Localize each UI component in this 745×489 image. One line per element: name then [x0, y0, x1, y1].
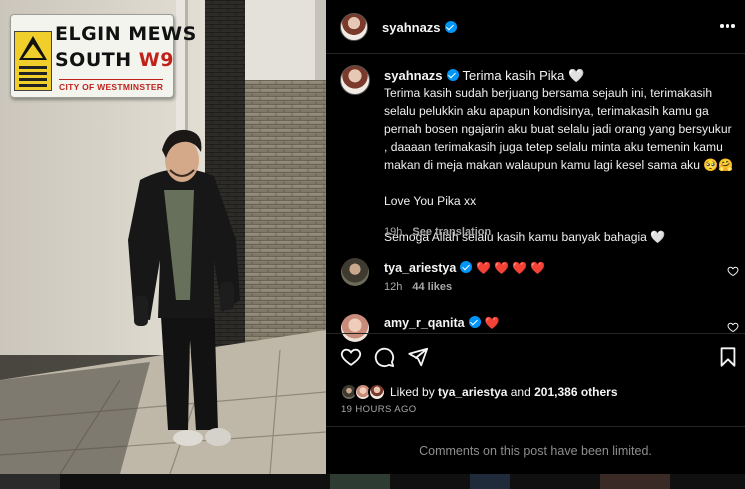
see-translation-link[interactable]: See translation: [412, 226, 491, 238]
cctv-warning-sign: [14, 31, 52, 91]
header-divider: [326, 53, 745, 54]
heart-icon[interactable]: [340, 346, 362, 368]
caption-author-avatar[interactable]: [340, 65, 370, 95]
send-icon[interactable]: [407, 346, 429, 368]
post-author-header[interactable]: syahnazs: [382, 20, 457, 35]
caption-body: Terima kasih sudah berjuang bersama seja…: [384, 84, 734, 246]
verified-badge-icon: [444, 21, 457, 33]
caption-time: 19h: [384, 226, 403, 238]
footer-divider: [326, 426, 745, 427]
post-timestamp[interactable]: 19 HOURS AGO: [341, 404, 417, 415]
commenter-username[interactable]: tya_ariestya: [384, 261, 456, 275]
caption-author-username[interactable]: syahnazs: [384, 68, 443, 83]
actions-divider: [326, 333, 745, 334]
comment-meta: 12h 44 likes: [384, 281, 452, 293]
comment-like-heart-icon[interactable]: [727, 321, 739, 333]
commenter-username[interactable]: amy_r_qanita: [384, 316, 465, 330]
sign-street-suffix: SOUTH W9: [55, 49, 174, 71]
liked-by-username[interactable]: tya_ariestya: [438, 385, 507, 399]
likes-count[interactable]: 201,386 others: [534, 385, 617, 399]
post-photo[interactable]: ELGIN MEWS SOUTH W9 CITY OF WESTMINSTER: [0, 0, 326, 474]
sign-postcode: W9: [138, 49, 174, 71]
liked-by-summary: Liked by tya_ariestya and 201,386 others: [390, 385, 618, 399]
comment-item: tya_ariestya ❤️❤️❤️❤️: [384, 261, 548, 275]
verified-badge-icon: [468, 316, 481, 328]
liker-avatar[interactable]: [368, 383, 386, 401]
caption-title-text: Terima kasih Pika 🤍: [462, 68, 585, 83]
comment-item: amy_r_qanita ❤️: [384, 316, 503, 330]
comment-text: ❤️❤️❤️❤️: [476, 261, 549, 275]
caption-header: syahnazs Terima kasih Pika 🤍: [384, 68, 584, 84]
comment-text: ❤️: [484, 316, 503, 330]
comment-likes[interactable]: 44 likes: [412, 281, 452, 293]
commenter-avatar[interactable]: [341, 258, 369, 286]
post-side-panel: syahnazs syahnazs Terima kasih Pika 🤍 Ter…: [326, 0, 745, 474]
more-horizontal-icon[interactable]: [720, 24, 735, 28]
comment-like-heart-icon[interactable]: [727, 265, 739, 277]
sign-city: CITY OF WESTMINSTER: [59, 79, 164, 92]
author-username[interactable]: syahnazs: [382, 20, 441, 35]
caption-paragraph: Love You Pika xx: [384, 194, 477, 208]
comment-icon[interactable]: [373, 346, 395, 368]
background-feed-strip: [0, 474, 745, 489]
bookmark-icon[interactable]: [717, 346, 739, 368]
verified-badge-icon: [460, 261, 473, 273]
author-avatar[interactable]: [340, 13, 368, 41]
street-sign: ELGIN MEWS SOUTH W9 CITY OF WESTMINSTER: [10, 14, 196, 98]
comment-time: 12h: [384, 281, 403, 293]
comments-limited-notice: Comments on this post have been limited.: [419, 444, 652, 458]
verified-badge-icon: [446, 69, 459, 81]
sign-street-name: ELGIN MEWS: [55, 23, 197, 45]
commenter-avatar[interactable]: [341, 314, 369, 342]
caption-paragraph: Terima kasih sudah berjuang bersama seja…: [384, 86, 734, 172]
caption-meta: 19h See translation: [384, 226, 491, 238]
